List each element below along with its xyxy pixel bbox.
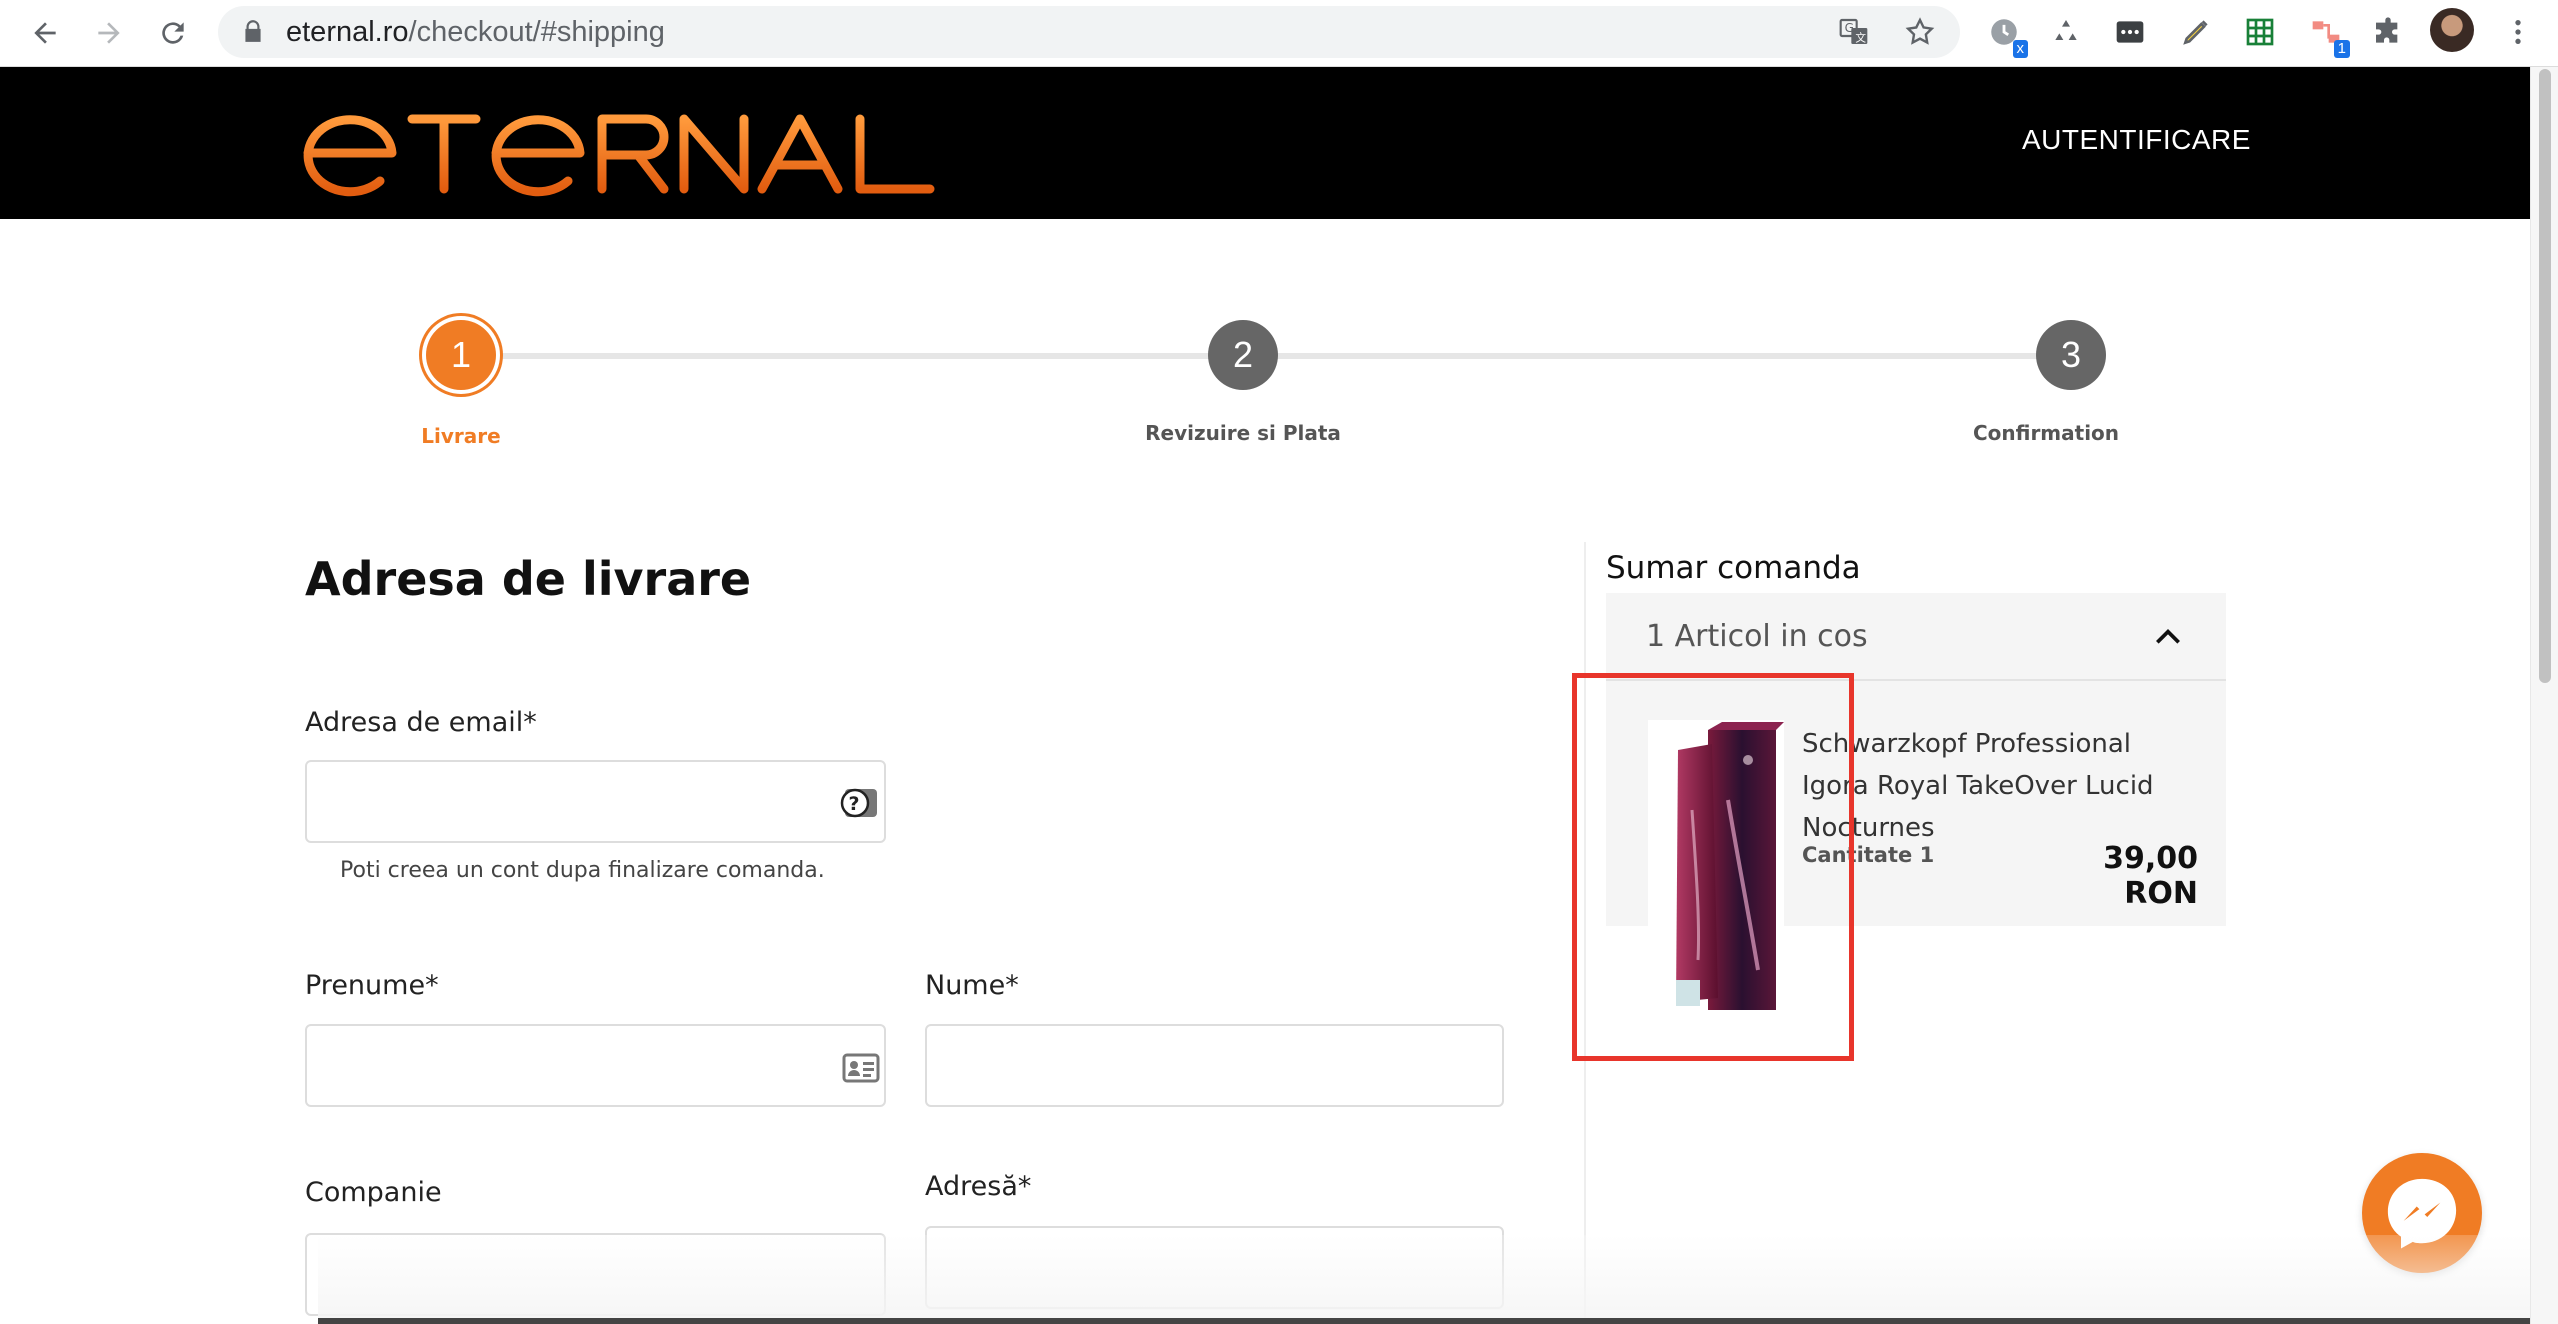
bottom-overlay [318, 1235, 2530, 1324]
company-label: Companie [305, 1177, 442, 1208]
email-hint: Poti creea un cont dupa finalizare coman… [340, 858, 825, 883]
eternal-logo[interactable] [300, 97, 940, 197]
cart-item-count: 1 Articol in cos [1646, 619, 1868, 654]
url-text: eternal.ro/checkout/#shipping [286, 16, 665, 48]
address-label: Adresă* [925, 1171, 1032, 1202]
chevron-up-icon[interactable] [2152, 621, 2184, 653]
step-3-label: Confirmation [1972, 421, 2120, 445]
page-scrollbar[interactable] [2530, 67, 2558, 1324]
firstname-label: Prenume* [305, 970, 439, 1001]
step-3-circle[interactable]: 3 [2036, 320, 2106, 390]
email-label: Adresa de email* [305, 707, 537, 738]
step-2-circle[interactable]: 2 [1208, 320, 1278, 390]
firstname-field[interactable] [305, 1024, 886, 1107]
help-question-icon[interactable]: ? [837, 786, 879, 820]
browser-toolbar: eternal.ro/checkout/#shipping G文 x 1 [0, 0, 2558, 67]
lock-icon [245, 20, 261, 42]
recycle-extension-icon[interactable] [2046, 12, 2086, 52]
svg-text:文: 文 [1855, 31, 1866, 44]
highlighter-extension-icon[interactable] [2176, 12, 2216, 52]
product-name[interactable]: Schwarzkopf Professional Igora Royal Tak… [1802, 723, 2202, 849]
step-1-circle[interactable]: 1 [426, 320, 496, 390]
forward-icon[interactable] [84, 8, 134, 58]
dots-extension-icon[interactable] [2110, 12, 2150, 52]
product-price: 39,00 RON [2103, 841, 2198, 911]
step-1-label: Livrare [421, 424, 501, 448]
translate-icon[interactable]: G文 [1838, 16, 1870, 48]
shipping-section-title: Adresa de livrare [305, 552, 752, 606]
order-summary-title: Sumar comanda [1606, 550, 1861, 586]
extensions-puzzle-icon[interactable] [2368, 12, 2408, 52]
profile-avatar[interactable] [2430, 8, 2474, 52]
lastname-label: Nume* [925, 970, 1019, 1001]
login-link[interactable]: AUTENTIFICARE [2022, 124, 2251, 156]
contact-card-icon[interactable] [841, 1052, 881, 1084]
reload-icon[interactable] [148, 8, 198, 58]
highlight-annotation [1572, 673, 1854, 1061]
timer-extension-icon[interactable]: x [1984, 12, 2028, 58]
flow-extension-icon[interactable]: 1 [2306, 12, 2350, 58]
step-2-label: Revizuire si Plata [1145, 421, 1341, 445]
back-icon[interactable] [20, 8, 70, 58]
sheets-extension-icon[interactable] [2240, 12, 2280, 52]
scrollbar-thumb[interactable] [2539, 69, 2551, 683]
bookmark-star-icon[interactable] [1904, 16, 1936, 48]
cart-header[interactable]: 1 Articol in cos [1606, 593, 2226, 681]
lastname-field[interactable] [925, 1024, 1504, 1107]
email-field[interactable]: ? [305, 760, 886, 843]
bottom-bar [318, 1318, 2530, 1324]
svg-text:?: ? [849, 793, 860, 815]
address-bar[interactable]: eternal.ro/checkout/#shipping G文 [218, 6, 1960, 58]
site-header: AUTENTIFICARE [0, 67, 2530, 219]
kebab-menu-icon[interactable] [2500, 10, 2536, 54]
